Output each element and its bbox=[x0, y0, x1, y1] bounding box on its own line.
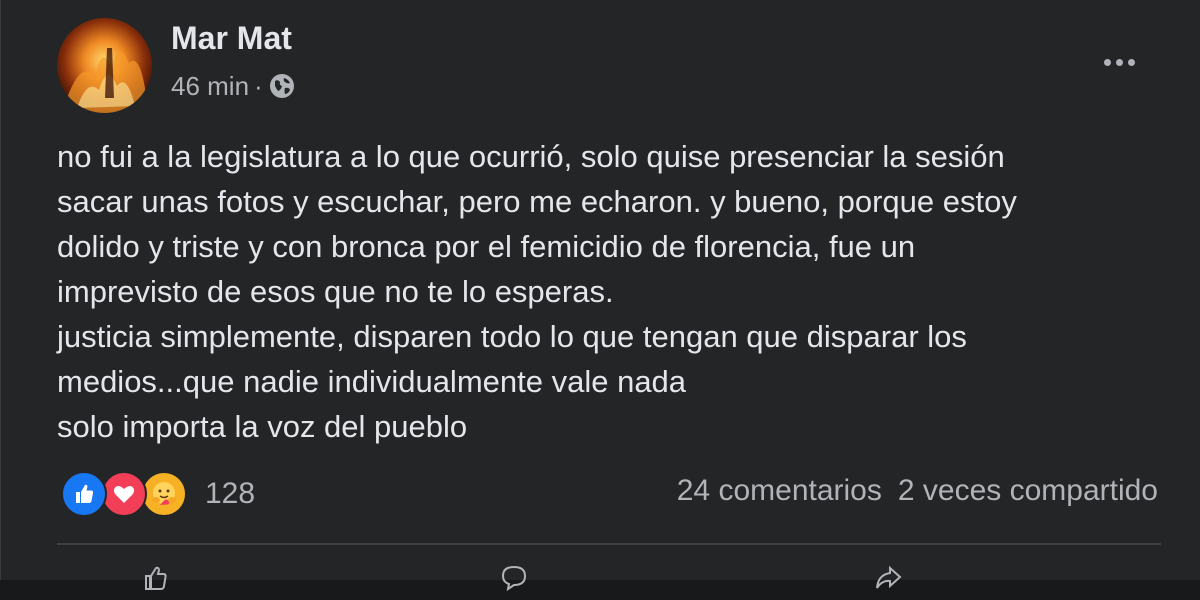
post-text: no fui a la legislatura a lo que ocurrió… bbox=[57, 134, 1167, 449]
share-icon bbox=[873, 563, 903, 600]
author-name[interactable]: Mar Mat bbox=[171, 20, 292, 57]
more-options-icon[interactable] bbox=[1093, 42, 1145, 82]
comments-count[interactable]: 24 comentarios bbox=[677, 474, 882, 508]
post-meta: 46 min · bbox=[171, 70, 295, 102]
post-time[interactable]: 46 min bbox=[171, 71, 249, 102]
post-text-line: justicia simplemente, disparen todo lo q… bbox=[57, 319, 967, 354]
avatar[interactable] bbox=[57, 18, 152, 113]
like-icon bbox=[141, 563, 171, 600]
like-icon bbox=[61, 471, 107, 517]
post-text-line: no fui a la legislatura a lo que ocurrió… bbox=[57, 139, 1005, 174]
reactions-count[interactable]: 128 bbox=[205, 477, 255, 511]
post-card: Mar Mat 46 min · no fui a la legislatura… bbox=[0, 0, 1200, 591]
globe-icon bbox=[269, 73, 295, 99]
like-button[interactable] bbox=[141, 566, 171, 596]
post-text-line: medios...que nadie individualmente vale … bbox=[57, 364, 687, 399]
care-icon bbox=[141, 471, 187, 517]
post-text-line: sacar unas fotos y escuchar, pero me ech… bbox=[57, 184, 1017, 219]
shares-count[interactable]: 2 veces compartido bbox=[898, 474, 1158, 508]
comment-button[interactable] bbox=[499, 565, 529, 596]
love-icon bbox=[101, 471, 147, 517]
post-text-line: solo importa la voz del pueblo bbox=[57, 409, 468, 444]
meta-separator: · bbox=[254, 70, 263, 101]
post-text-line: dolido y triste y con bronca por el femi… bbox=[57, 229, 916, 264]
comment-icon bbox=[499, 563, 529, 600]
share-button[interactable] bbox=[873, 565, 903, 596]
reactions-summary[interactable]: 128 bbox=[61, 471, 255, 517]
divider bbox=[57, 543, 1161, 545]
post-text-line: imprevisto de esos que no te lo esperas. bbox=[57, 274, 614, 309]
post-stats: 24 comentarios 2 veces compartido bbox=[677, 474, 1158, 508]
